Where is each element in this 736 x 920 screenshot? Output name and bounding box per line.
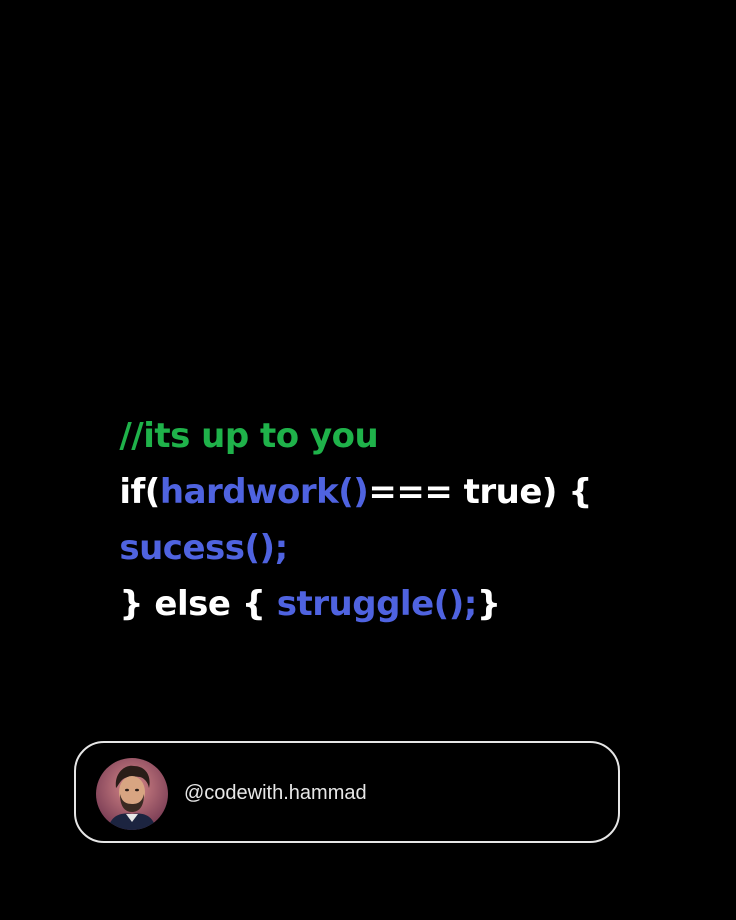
struggle-call: struggle();	[276, 584, 478, 624]
user-avatar-icon	[96, 758, 168, 830]
success-call: sucess();	[119, 528, 288, 568]
comparison-text: === true) {	[368, 472, 593, 512]
code-line-comment: //its up to you	[74, 352, 592, 456]
code-snippet: //its up to you if(hardwork()=== true) {…	[74, 352, 593, 624]
if-keyword: if(	[119, 472, 160, 512]
closing-brace: }	[476, 584, 501, 624]
code-comment: //its up to you	[119, 416, 379, 456]
hardwork-call: hardwork()	[159, 472, 369, 512]
profile-handle[interactable]: @codewith.hammad	[184, 743, 367, 843]
else-keyword: } else {	[119, 584, 277, 624]
profile-card[interactable]: @codewith.hammad	[74, 741, 620, 843]
avatar[interactable]	[96, 758, 168, 830]
post-canvas: { "code": { "comment": "//its up to you"…	[0, 0, 736, 920]
